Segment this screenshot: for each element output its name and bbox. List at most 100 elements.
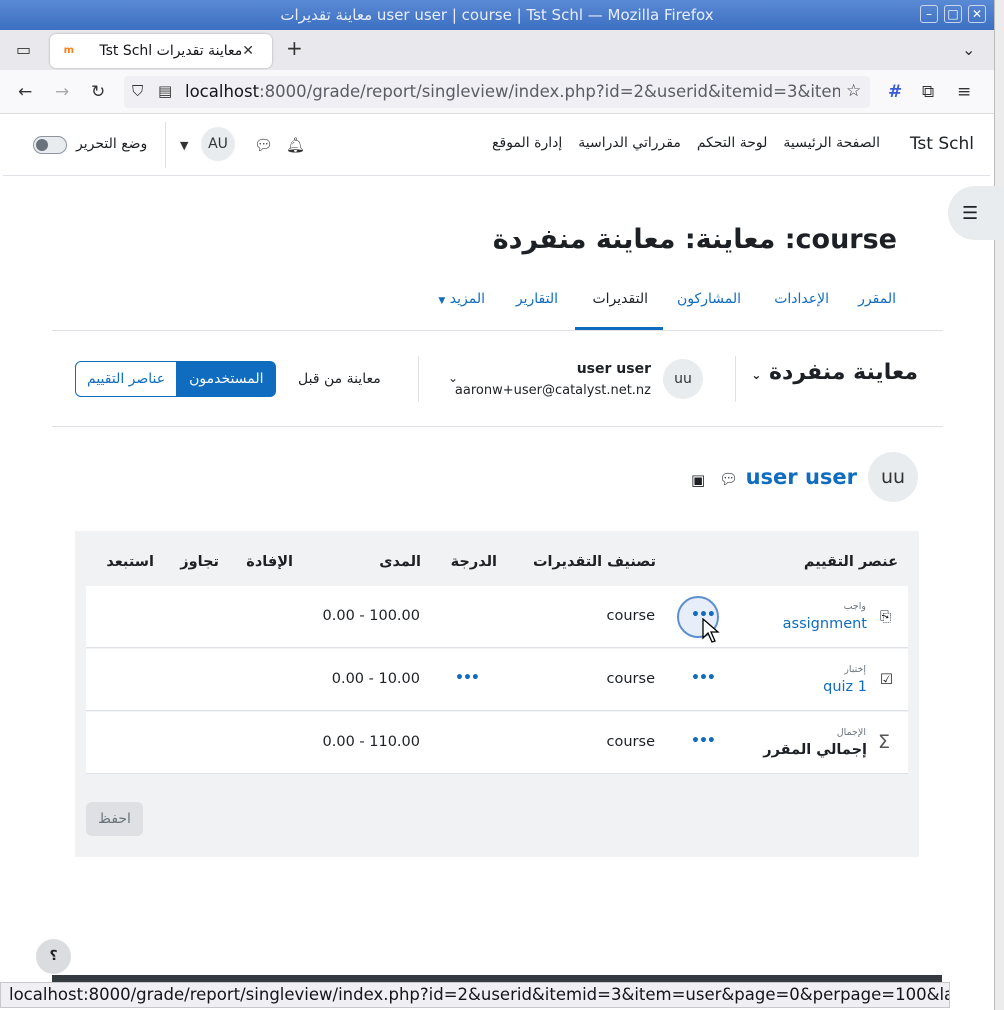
active-tab-indicator — [575, 327, 663, 330]
moodle-header: Tst Schl الصفحة الرئيسية لوحة التحكم مقر… — [3, 114, 990, 176]
chevron-down-icon: ▼ — [438, 296, 446, 306]
url-bar[interactable]: ⛉ ▤ localhost:8000/grade/report/singlevi… — [124, 76, 870, 108]
tab-participants[interactable]: المشاركون — [677, 291, 741, 307]
nav-home[interactable]: الصفحة الرئيسية — [783, 135, 880, 151]
item-actions-icon[interactable]: ••• — [691, 733, 716, 749]
table-row — [86, 649, 908, 711]
selected-user-name[interactable]: user user — [577, 361, 651, 377]
col-header-feedback: الإفادة — [246, 554, 293, 570]
browser-toolbar: ← → ↻ ⛉ ▤ localhost:8000/grade/report/si… — [0, 70, 994, 114]
moodle-favicon-icon: m — [63, 45, 74, 56]
tab-title: معاينة تقديرات Tst Schl — [99, 43, 243, 59]
grade-items-button[interactable]: عناصر التقييم — [75, 361, 178, 397]
selected-user-email: aaronw+user@catalyst.net.nz — [454, 383, 651, 398]
previous-view-link[interactable]: معاينة من قبل — [298, 371, 381, 387]
mouse-cursor-icon — [702, 618, 720, 643]
page-title: course: معاينة: معاينة منفردة — [492, 224, 897, 255]
page-info-icon[interactable]: ▤ — [158, 82, 172, 100]
tab-course[interactable]: المقرر — [858, 291, 896, 307]
grade-range: 0.00 - 100.00 — [322, 608, 420, 624]
message-icon[interactable]: 💬︎ — [719, 470, 738, 488]
edit-mode-label: وضع التحرير — [76, 136, 148, 152]
extensions-icon[interactable]: ⧉ — [922, 82, 934, 102]
grade-category: course — [606, 608, 655, 624]
tab-settings[interactable]: الإعدادات — [774, 291, 829, 307]
grade-category: course — [606, 734, 655, 750]
tab-reports[interactable]: التقارير — [516, 291, 558, 307]
edit-mode-toggle[interactable] — [33, 136, 67, 154]
profile-card-icon[interactable]: ▣ — [691, 471, 705, 489]
save-button[interactable]: احفظ — [86, 802, 143, 836]
close-window-icon[interactable]: ✕ — [968, 5, 986, 23]
tab-close-icon[interactable]: ✕ — [242, 43, 254, 59]
shield-icon[interactable]: ⛉ — [132, 82, 143, 100]
nav-dashboard[interactable]: لوحة التحكم — [697, 135, 768, 151]
user-avatar[interactable]: AU — [201, 127, 235, 161]
item-actions-icon[interactable]: ••• — [691, 670, 716, 686]
forward-icon[interactable]: → — [55, 82, 69, 102]
quiz-icon: ☑ — [880, 672, 893, 688]
col-header-exclude: استبعد — [106, 554, 154, 570]
users-button[interactable]: المستخدمون — [177, 361, 276, 397]
tab-grades[interactable]: التقديرات — [592, 291, 648, 307]
tab-more-label: المزيد — [449, 291, 485, 307]
messages-icon[interactable]: 💬︎ — [254, 136, 273, 154]
help-button[interactable]: ؟ — [36, 939, 71, 974]
tab-overview-icon[interactable]: ▭ — [16, 40, 31, 59]
header-divider — [165, 122, 166, 168]
item-name: إجمالي المقرر — [763, 742, 867, 758]
user-heading-name[interactable]: user user — [746, 465, 857, 489]
block-drawer-toggle[interactable]: ☰ — [948, 186, 1004, 240]
browser-tab[interactable]: ✕ معاينة تقديرات Tst Schl m — [50, 34, 272, 68]
list-icon: ☰ — [962, 203, 979, 224]
col-header-range: المدى — [379, 554, 421, 570]
secondary-nav: المقرر الإعدادات المشاركون التقديرات الت… — [52, 281, 943, 331]
col-header-item: عنصر التقييم — [803, 554, 898, 570]
user-heading-avatar: uu — [868, 452, 918, 502]
notifications-bell-icon[interactable]: 🔔︎ — [286, 136, 305, 154]
url-text[interactable]: localhost:8000/grade/report/singleview/i… — [185, 82, 840, 101]
tertiary-nav: معاينة منفردة ⌄ uu user user aaronw+user… — [52, 331, 943, 427]
item-type: إختبار — [844, 664, 866, 675]
url-host: localhost — [185, 82, 260, 101]
minimize-icon[interactable]: – — [920, 5, 938, 23]
grade-range: 0.00 - 10.00 — [331, 671, 420, 687]
user-menu-chevron-icon[interactable]: ▼ — [180, 139, 188, 152]
col-header-grade: الدرجة — [450, 554, 497, 570]
maximize-icon[interactable]: □ — [944, 5, 962, 23]
col-header-category: تصنيف التقديرات — [532, 554, 656, 570]
divider — [418, 356, 419, 402]
item-type: واجب — [843, 601, 866, 612]
window-titlebar: معاينة تقديرات user user | course | Tst … — [0, 0, 994, 30]
item-type: الإجمال — [836, 727, 866, 738]
back-icon[interactable]: ← — [18, 82, 32, 102]
report-selector[interactable]: معاينة منفردة ⌄ — [751, 360, 918, 385]
user-selector-chevron-icon[interactable]: ⌄ — [448, 371, 458, 385]
grade-range: 0.00 - 110.00 — [322, 734, 420, 750]
assignment-icon: ⎘ — [880, 609, 892, 625]
report-selector-label: معاينة منفردة — [769, 360, 918, 385]
item-link[interactable]: quiz 1 — [823, 679, 867, 695]
sigma-icon: Σ — [878, 731, 891, 753]
reload-icon[interactable]: ↻ — [91, 82, 105, 102]
extension-hash-icon[interactable]: # — [888, 82, 902, 102]
grade-category: course — [606, 671, 655, 687]
col-header-override: تجاوز — [180, 554, 219, 570]
nav-site-admin[interactable]: إدارة الموقع — [492, 135, 562, 151]
nav-my-courses[interactable]: مقرراتي الدراسية — [578, 135, 681, 151]
site-name[interactable]: Tst Schl — [910, 134, 974, 154]
url-path: :8000/grade/report/singleview/index.php?… — [259, 82, 840, 101]
grade-actions-icon[interactable]: ••• — [455, 670, 480, 686]
tab-strip: ▭ ✕ معاينة تقديرات Tst Schl m + ⌄ — [0, 30, 994, 70]
menu-hamburger-icon[interactable]: ≡ — [957, 82, 971, 102]
tab-list-chevron-icon[interactable]: ⌄ — [962, 40, 975, 59]
new-tab-icon[interactable]: + — [286, 36, 303, 60]
desktop-edge — [994, 0, 1004, 1010]
selected-user-avatar: uu — [663, 359, 703, 399]
divider — [735, 356, 736, 402]
bookmark-star-icon[interactable]: ☆ — [846, 81, 861, 101]
primary-nav: الصفحة الرئيسية لوحة التحكم مقرراتي الدر… — [476, 135, 880, 151]
item-link[interactable]: assignment — [783, 616, 867, 632]
window-title: معاينة تقديرات user user | course | Tst … — [280, 6, 714, 24]
tab-more[interactable]: المزيد ▼ — [438, 291, 485, 307]
